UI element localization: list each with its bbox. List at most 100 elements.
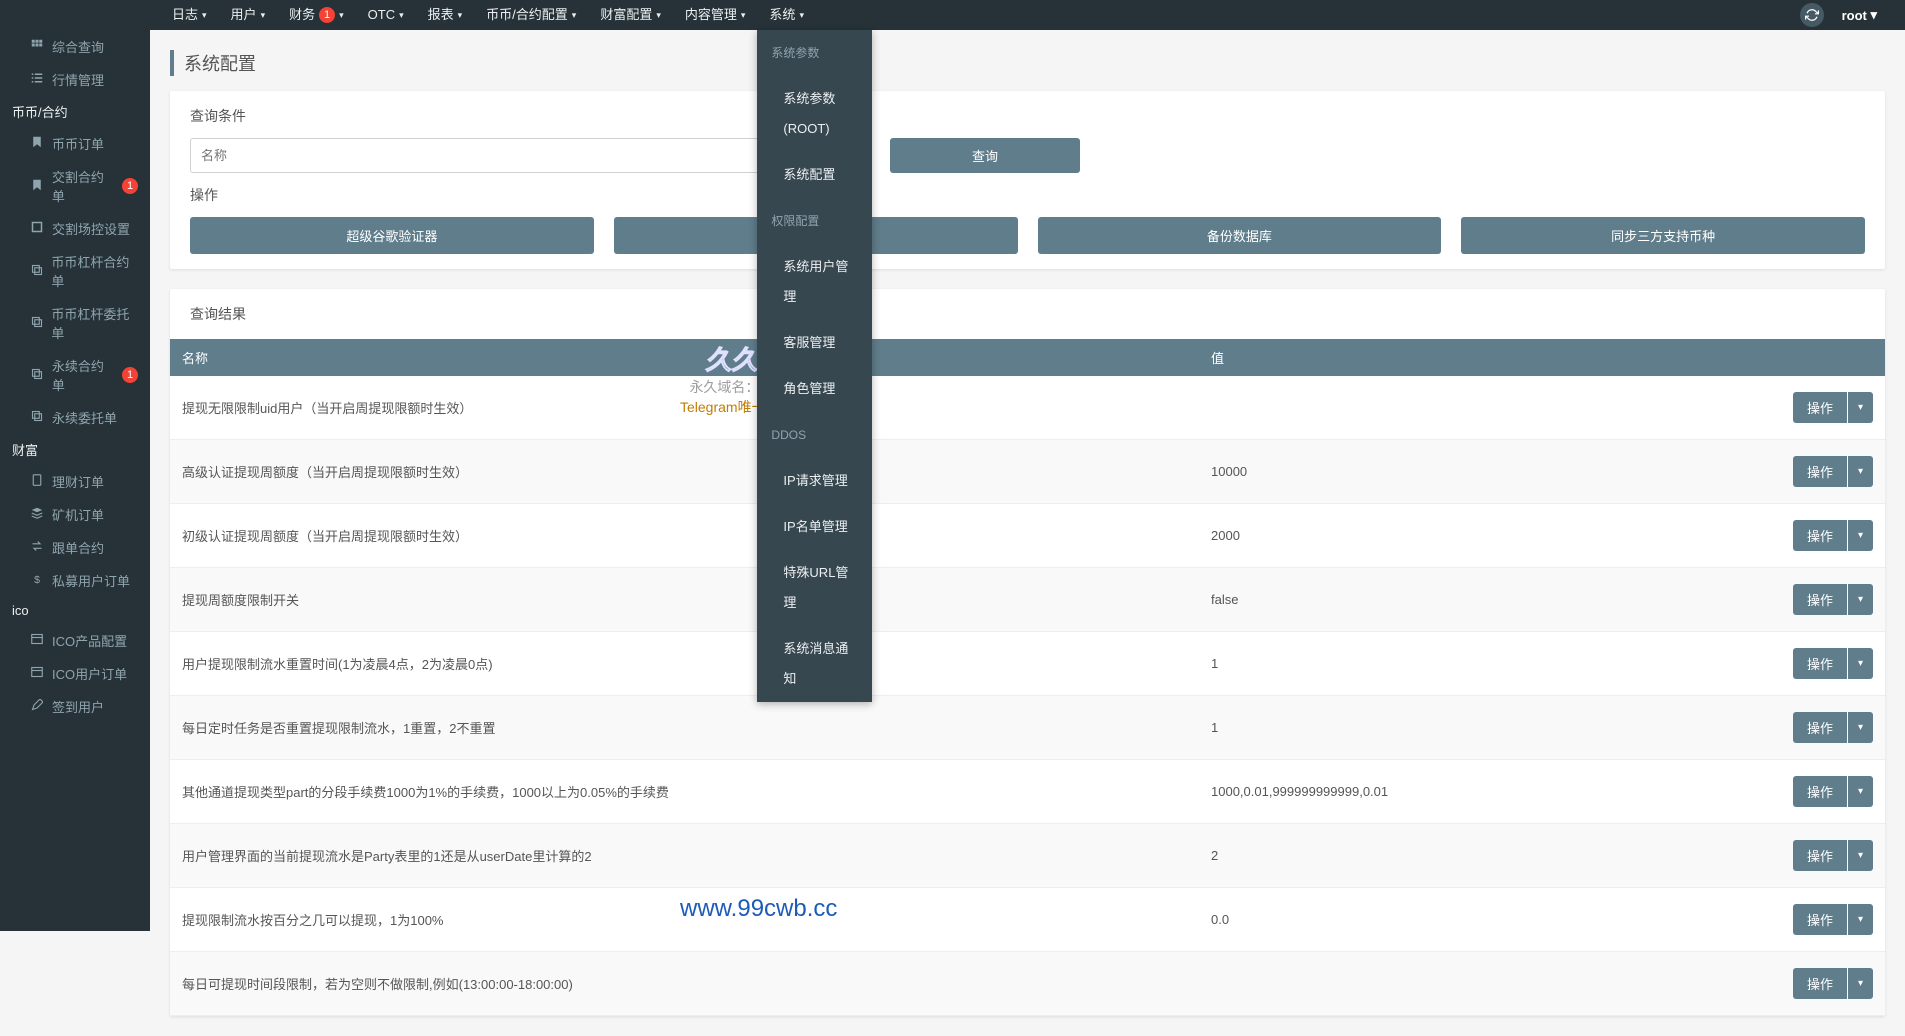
sidebar-item[interactable]: 行情管理 <box>0 63 150 96</box>
sidebar-item-label: ICO用户订单 <box>52 664 127 683</box>
topnav-item-2[interactable]: 财务1▾ <box>277 0 356 30</box>
cell-value: 2 <box>1199 824 1628 888</box>
sync-icon[interactable] <box>1800 3 1824 27</box>
result-heading: 查询结果 <box>170 289 1885 339</box>
copy-icon <box>30 368 44 383</box>
sidebar-item[interactable]: $ 私募用户订单 <box>0 564 150 597</box>
note-icon <box>30 474 44 489</box>
sidebar-item[interactable]: 交割场控设置 <box>0 212 150 245</box>
name-input[interactable] <box>190 138 830 173</box>
sidebar-item[interactable]: 交割合约单 1 <box>0 160 150 212</box>
sidebar-item[interactable]: 币币订单 <box>0 127 150 160</box>
row-action-button[interactable]: 操作 <box>1793 392 1847 423</box>
dropdown-item[interactable]: 系统消息通知 <box>757 626 872 702</box>
action-button-0[interactable]: 超级谷歌验证器 <box>190 217 594 254</box>
row-action-button[interactable]: 操作 <box>1793 712 1847 743</box>
row-action-button[interactable]: 操作 <box>1793 968 1847 999</box>
caret-down-icon: ▾ <box>399 0 404 30</box>
topnav-item-8[interactable]: 系统▾系统参数系统参数(ROOT)系统配置权限配置系统用户管理客服管理角色管理D… <box>757 0 816 30</box>
row-action-button[interactable]: 操作 <box>1793 456 1847 487</box>
sidebar-item[interactable]: 永续合约单1 <box>0 349 150 401</box>
window-icon <box>30 633 44 648</box>
dropdown-group-header: 系统参数 <box>757 30 872 76</box>
user-name-label: root <box>1842 8 1867 23</box>
topnav-item-1[interactable]: 用户▾ <box>219 0 278 30</box>
sidebar-item-label: 私募用户订单 <box>52 571 130 590</box>
main-content: 系统配置 查询条件 查询 操作 超级谷歌验证器备份数据库同步三方支持币种 查询结… <box>150 30 1905 1036</box>
topnav-item-5[interactable]: 币币/合约配置▾ <box>474 0 588 30</box>
query-panel: 查询条件 查询 操作 超级谷歌验证器备份数据库同步三方支持币种 <box>170 91 1885 269</box>
row-action-button[interactable]: 操作 <box>1793 584 1847 615</box>
dropdown-item[interactable]: IP请求管理 <box>757 458 872 504</box>
dropdown-item[interactable]: 角色管理 <box>757 366 872 412</box>
dropdown-item[interactable]: 系统用户管理 <box>757 244 872 320</box>
action-button-2[interactable]: 备份数据库 <box>1038 217 1442 254</box>
row-action-button[interactable]: 操作 <box>1793 520 1847 551</box>
sidebar-item[interactable]: 签到用户 <box>0 690 150 723</box>
topnav-item-6[interactable]: 财富配置▾ <box>588 0 673 30</box>
dropdown-item[interactable]: 系统配置 <box>757 152 872 198</box>
row-action-caret[interactable]: ▾ <box>1848 904 1873 935</box>
exchange-icon <box>30 540 44 555</box>
dropdown-item[interactable]: 系统参数(ROOT) <box>757 76 872 152</box>
sidebar-item[interactable]: 币币杠杆委托单 <box>0 297 150 349</box>
row-action-caret[interactable]: ▾ <box>1848 840 1873 871</box>
dollar-icon: $ <box>30 573 44 588</box>
row-action-caret[interactable]: ▾ <box>1848 392 1873 423</box>
query-button[interactable]: 查询 <box>890 138 1080 173</box>
topnav-item-0[interactable]: 日志▾ <box>160 0 219 30</box>
cell-value: 2000 <box>1199 504 1628 568</box>
dropdown-item[interactable]: 客服管理 <box>757 320 872 366</box>
row-action-caret[interactable]: ▾ <box>1848 520 1873 551</box>
row-action-caret[interactable]: ▾ <box>1848 456 1873 487</box>
row-action-caret[interactable]: ▾ <box>1848 968 1873 999</box>
top-bar: 日志▾用户▾财务1▾OTC▾报表▾币币/合约配置▾财富配置▾内容管理▾系统▾系统… <box>0 0 1905 30</box>
sidebar-item-label: 交割合约单 <box>52 167 116 205</box>
topnav-item-4[interactable]: 报表▾ <box>416 0 475 30</box>
caret-down-icon: ▾ <box>572 0 577 30</box>
sidebar-item-label: ICO产品配置 <box>52 631 127 650</box>
cell-name: 用户提现限制流水重置时间(1为凌晨4点，2为凌晨0点) <box>170 632 1199 696</box>
caret-down-icon: ▾ <box>261 0 266 30</box>
topnav-label: 内容管理 <box>685 0 737 30</box>
topnav-item-3[interactable]: OTC▾ <box>356 0 416 30</box>
sidebar-item[interactable]: ICO用户订单 <box>0 657 150 690</box>
row-action-button[interactable]: 操作 <box>1793 776 1847 807</box>
topnav-label: 币币/合约配置 <box>486 0 568 30</box>
action-button-3[interactable]: 同步三方支持币种 <box>1461 217 1865 254</box>
sidebar-item[interactable]: ICO产品配置 <box>0 624 150 657</box>
row-action-caret[interactable]: ▾ <box>1848 648 1873 679</box>
user-menu[interactable]: root ▾ <box>1834 7 1885 23</box>
row-action-button[interactable]: 操作 <box>1793 904 1847 935</box>
row-action-caret[interactable]: ▾ <box>1848 712 1873 743</box>
row-action-button[interactable]: 操作 <box>1793 840 1847 871</box>
caret-down-icon: ▾ <box>1867 7 1877 23</box>
caret-down-icon: ▾ <box>339 0 344 30</box>
sidebar-item[interactable]: 理财订单 <box>0 465 150 498</box>
table-row: 其他通道提现类型part的分段手续费1000为1%的手续费，1000以上为0.0… <box>170 760 1885 824</box>
dropdown-item[interactable]: IP名单管理 <box>757 504 872 550</box>
cell-ops: 操作▾ <box>1628 632 1885 696</box>
sidebar-item[interactable]: 永续委托单 <box>0 401 150 434</box>
row-action-caret[interactable]: ▾ <box>1848 584 1873 615</box>
caret-down-icon: ▾ <box>741 0 746 30</box>
cell-ops: 操作▾ <box>1628 760 1885 824</box>
cell-name: 提现无限限制uid用户（当开启周提现限额时生效） <box>170 376 1199 440</box>
sidebar-badge: 1 <box>122 178 138 194</box>
row-action-button[interactable]: 操作 <box>1793 648 1847 679</box>
dropdown-item[interactable]: 特殊URL管理 <box>757 550 872 626</box>
dropdown-group-header: DDOS <box>757 412 872 458</box>
sidebar-item[interactable]: 跟单合约 <box>0 531 150 564</box>
table-row: 高级认证提现周额度（当开启周提现限额时生效）10000操作▾ <box>170 440 1885 504</box>
topnav-label: 财务 <box>289 0 315 30</box>
cell-value: 10000 <box>1199 440 1628 504</box>
caret-down-icon: ▾ <box>799 0 804 30</box>
topnav-label: OTC <box>368 0 395 30</box>
sidebar-item-label: 永续委托单 <box>52 408 117 427</box>
sidebar-item[interactable]: 币币杠杆合约单 <box>0 245 150 297</box>
sidebar-item[interactable]: 综合查询 <box>0 30 150 63</box>
dropdown-group-header: 权限配置 <box>757 198 872 244</box>
topnav-item-7[interactable]: 内容管理▾ <box>673 0 758 30</box>
sidebar-item[interactable]: 矿机订单 <box>0 498 150 531</box>
row-action-caret[interactable]: ▾ <box>1848 776 1873 807</box>
